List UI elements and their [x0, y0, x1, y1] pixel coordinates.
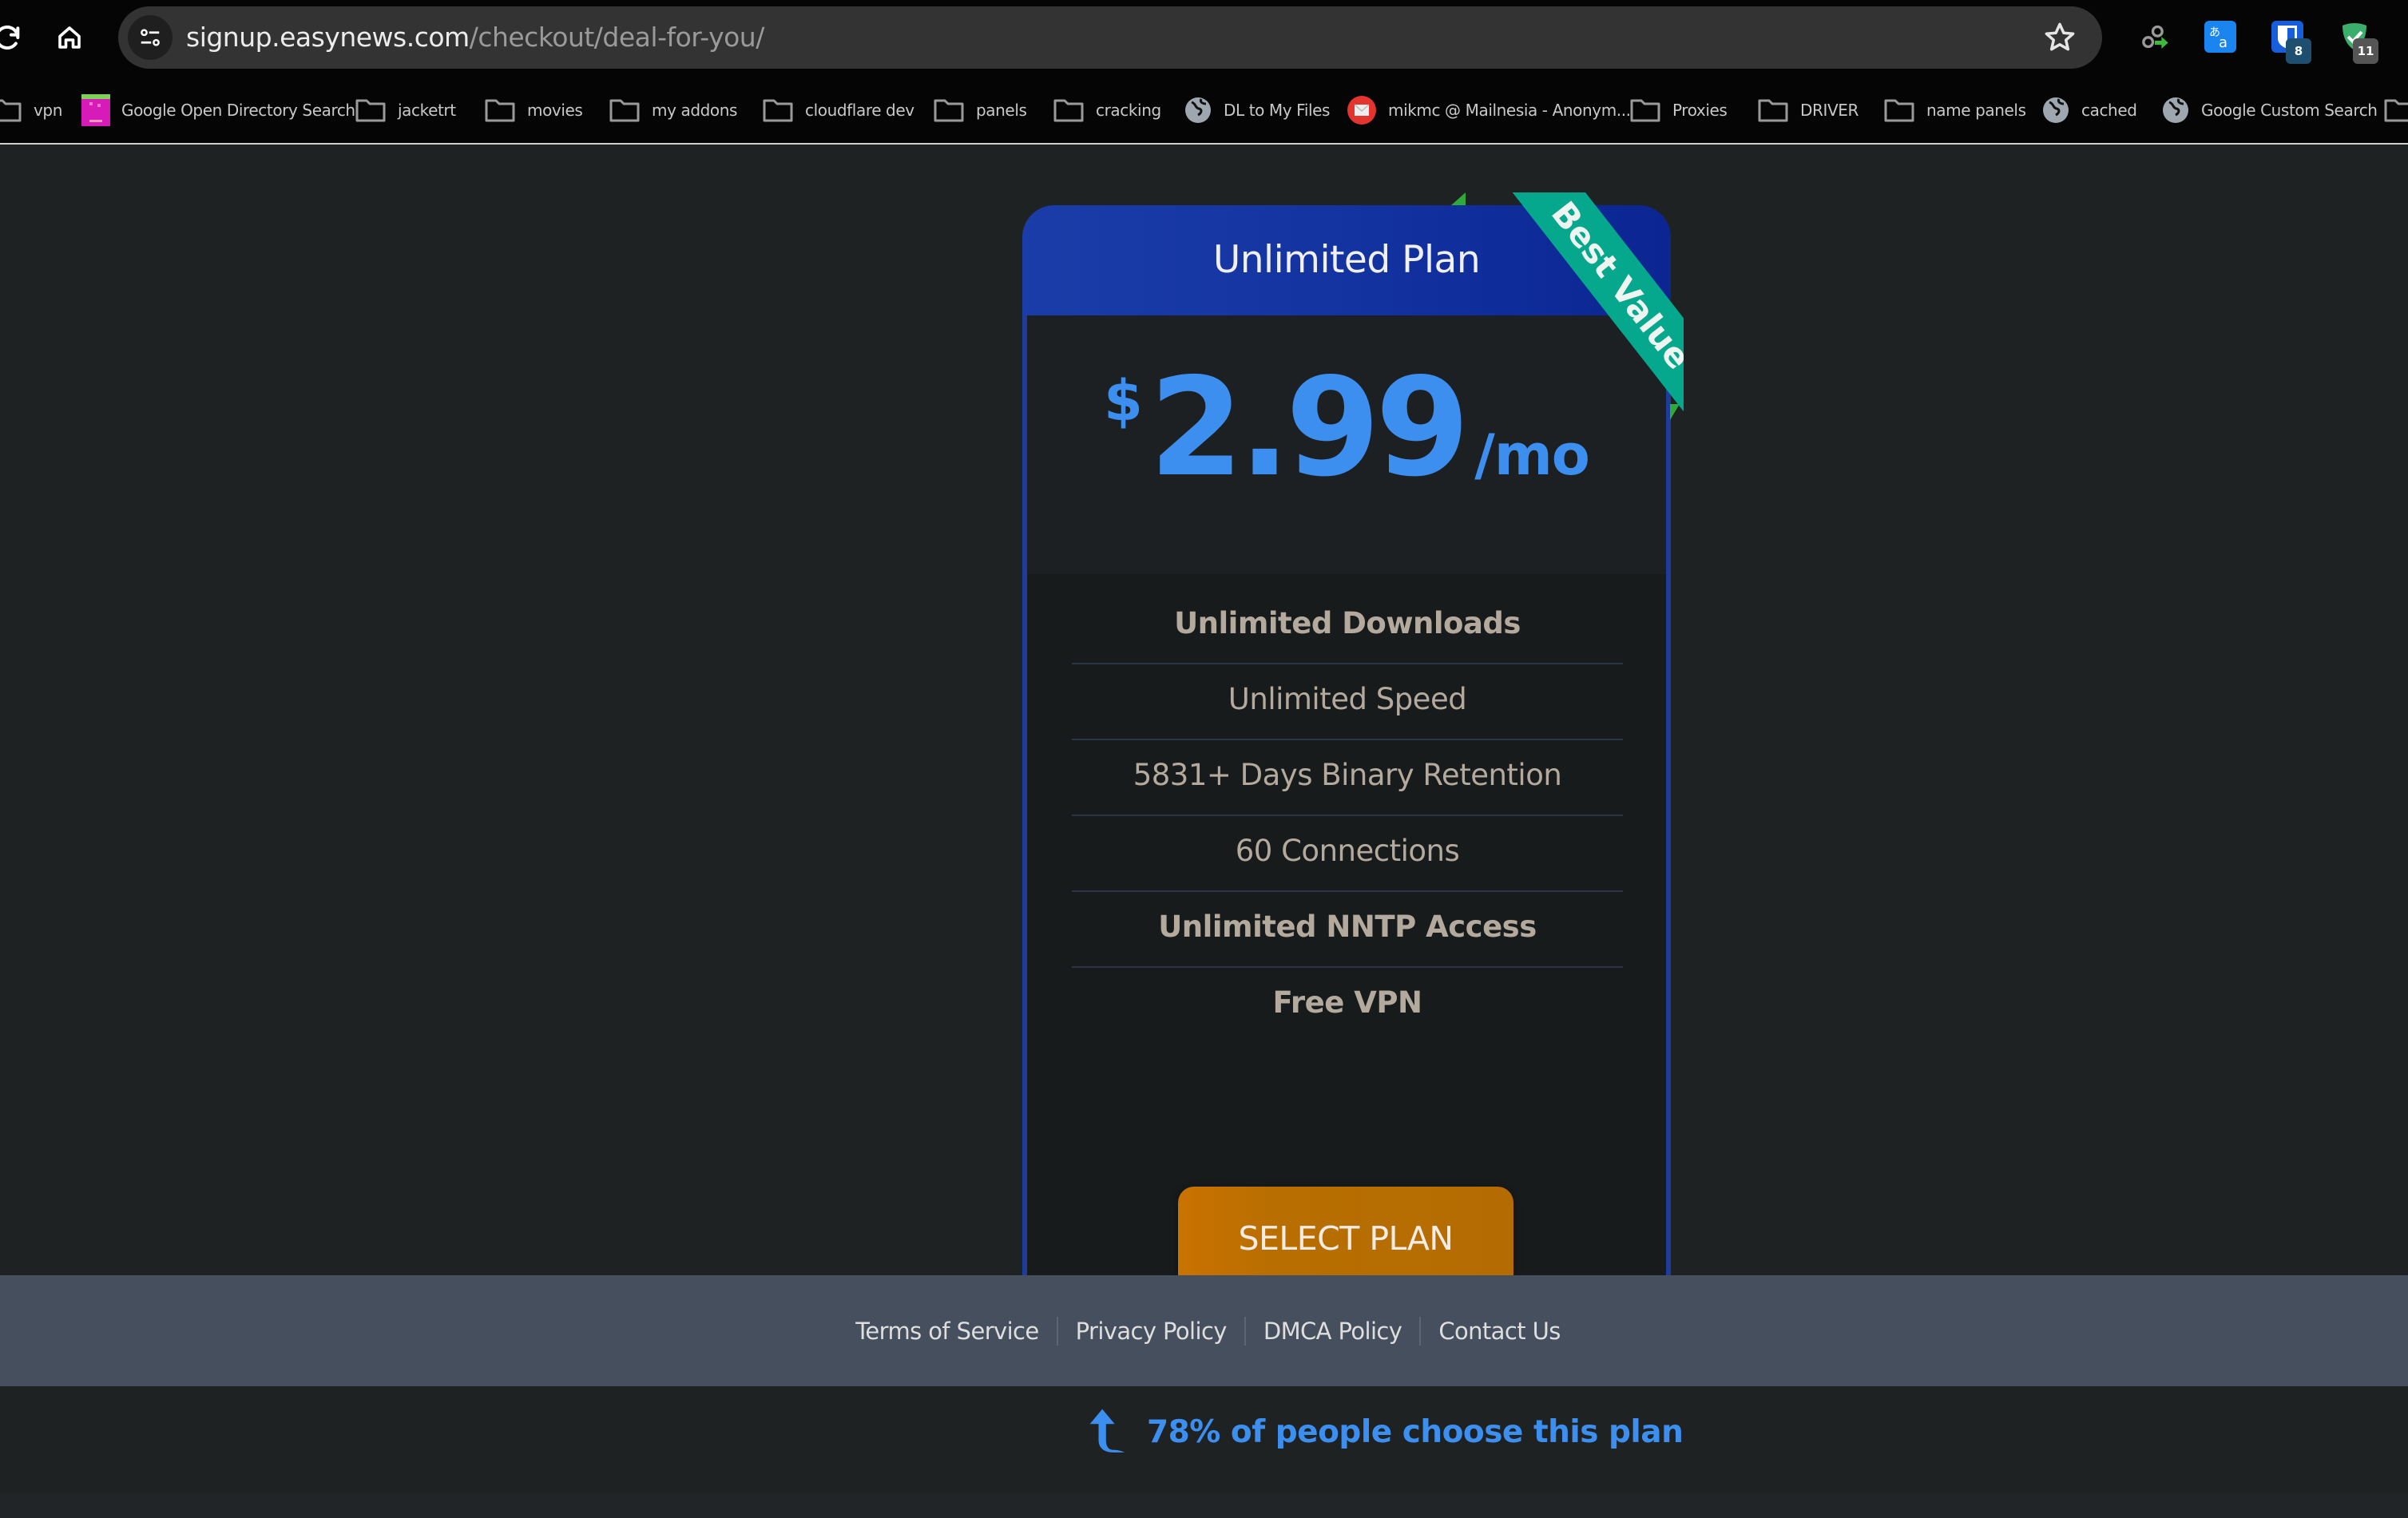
- popularity-row: 78% of people choose this plan: [1086, 1404, 1684, 1460]
- bookmark-item[interactable]: Proxies: [1629, 76, 1728, 145]
- folder-icon: [1883, 97, 1915, 123]
- footer-links: Terms of Service Privacy Policy DMCA Polic…: [0, 1275, 2408, 1386]
- bookmark-item[interactable]: Google Custom Search: [2161, 76, 2378, 145]
- browser-toolbar: signup.easynews.com/checkout/deal-for-yo…: [0, 0, 2408, 76]
- folder-icon: [355, 97, 387, 123]
- bottom-strip: [0, 1493, 2408, 1518]
- bookmark-item[interactable]: my addons: [609, 76, 737, 145]
- popularity-banner: 78% of people choose this plan: [0, 1386, 2408, 1493]
- site-info-icon[interactable]: [128, 15, 173, 60]
- bookmark-label: Google Open Directory Search: [121, 101, 355, 120]
- folder-icon: [1053, 97, 1085, 123]
- bookmark-label: panels: [976, 101, 1027, 120]
- folder-icon: [1629, 97, 1661, 123]
- bookmark-item[interactable]: Google Open Directory Search: [81, 76, 355, 145]
- bookmark-label: Google Custom Search: [2201, 101, 2378, 120]
- folder-icon: [1757, 97, 1789, 123]
- bookmark-label: mikmc @ Mailnesia - Anonym...: [1388, 101, 1631, 120]
- bookmark-item[interactable]: DL to My Files: [1184, 76, 1330, 145]
- footer-link-contact-us[interactable]: Contact Us: [1421, 1318, 1577, 1345]
- folder-icon: [762, 97, 794, 123]
- bookmark-label: name panels: [1926, 101, 2026, 120]
- bookmark-item[interactable]: vpn: [0, 76, 62, 145]
- bookmark-label: DRIVER: [1800, 101, 1859, 120]
- bookmark-item[interactable]: movies: [484, 76, 583, 145]
- bookmark-label: cracking: [1096, 101, 1161, 120]
- bookmark-label: cached: [2081, 101, 2137, 120]
- ribbon-container: Best Value: [1438, 192, 1684, 432]
- url-path: /checkout/deal-for-you/: [469, 22, 765, 53]
- footer-link-privacy-policy[interactable]: Privacy Policy: [1058, 1318, 1244, 1345]
- folder-icon: [0, 97, 22, 123]
- bookmark-label: vpn: [34, 101, 63, 120]
- bookmark-item[interactable]: mikmc @ Mailnesia - Anonym...: [1347, 76, 1631, 145]
- folder-icon: [609, 97, 641, 123]
- bookmark-item[interactable]: DRIVER: [1757, 76, 1859, 145]
- bookmark-overflow-folder-icon[interactable]: [2383, 76, 2408, 145]
- url-host: signup.easynews.com: [186, 22, 470, 53]
- bookmark-star-icon[interactable]: [2043, 21, 2077, 54]
- bookmark-label: cloudflare dev: [805, 101, 914, 120]
- bookmark-label: Proxies: [1672, 101, 1728, 120]
- feature-item: Free VPN: [1272, 985, 1422, 1020]
- folder-icon: [933, 97, 965, 123]
- bookmark-label: jacketrt: [398, 101, 456, 120]
- price-amount: 2.99: [1148, 349, 1470, 507]
- arrow-up-icon: [1086, 1405, 1136, 1459]
- footer-link-dmca-policy[interactable]: DMCA Policy: [1246, 1318, 1419, 1345]
- bookmark-item[interactable]: cloudflare dev: [762, 76, 914, 145]
- footer-link-terms-of-service[interactable]: Terms of Service: [838, 1318, 1056, 1345]
- feature-item: Unlimited Downloads: [1072, 589, 1623, 664]
- favicon-icon: [81, 94, 110, 126]
- popularity-text: 78% of people choose this plan: [1147, 1413, 1684, 1450]
- translate-extension-icon[interactable]: あa: [2204, 21, 2236, 53]
- svg-text:a: a: [2219, 34, 2227, 51]
- address-bar[interactable]: signup.easynews.com/checkout/deal-for-yo…: [118, 6, 2102, 69]
- globe-icon: [1184, 96, 1212, 125]
- bookmarks-bar: vpn Google Open Directory Search jacketrt m…: [0, 76, 2408, 145]
- url-text[interactable]: signup.easynews.com/checkout/deal-for-yo…: [186, 6, 764, 69]
- link-redirect-extension-icon[interactable]: [2139, 21, 2171, 53]
- bookmark-label: movies: [527, 101, 583, 120]
- feature-item: 60 Connections: [1072, 816, 1623, 892]
- bookmark-label: DL to My Files: [1224, 101, 1331, 120]
- home-icon[interactable]: [51, 19, 88, 56]
- best-value-ribbon: Best Value: [1495, 192, 1684, 432]
- reload-icon[interactable]: [0, 19, 26, 56]
- bookmark-item[interactable]: jacketrt: [355, 76, 456, 145]
- feature-list: Unlimited Downloads Unlimited Speed 5831+ …: [1072, 589, 1623, 1044]
- feature-item: Unlimited Speed: [1072, 664, 1623, 740]
- page-content: Unlimited Plan $2.99/mo Unlimited Downlo…: [0, 146, 2408, 1518]
- bookmark-item[interactable]: panels: [933, 76, 1027, 145]
- globe-icon: [2161, 96, 2190, 125]
- globe-icon: [2041, 96, 2070, 125]
- bookmark-item[interactable]: cracking: [1053, 76, 1161, 145]
- folder-icon: [484, 97, 516, 123]
- footer: Terms of Service Privacy Policy DMCA Polic…: [0, 1275, 2408, 1386]
- card-body: $2.99/mo Unlimited Downloads Unlimited Sp…: [1022, 315, 1671, 1275]
- feature-item: Unlimited NNTP Access: [1072, 892, 1623, 968]
- feature-item: 5831+ Days Binary Retention: [1072, 740, 1623, 816]
- mail-icon: [1347, 95, 1377, 125]
- bookmark-item[interactable]: name panels: [1883, 76, 2026, 145]
- adguard-badge: 11: [2353, 38, 2378, 64]
- bitwarden-badge: 8: [2286, 38, 2311, 64]
- price-currency: $: [1104, 368, 1143, 434]
- price-period: /mo: [1474, 422, 1590, 488]
- bookmark-label: my addons: [652, 101, 738, 120]
- bookmark-item[interactable]: cached: [2041, 76, 2137, 145]
